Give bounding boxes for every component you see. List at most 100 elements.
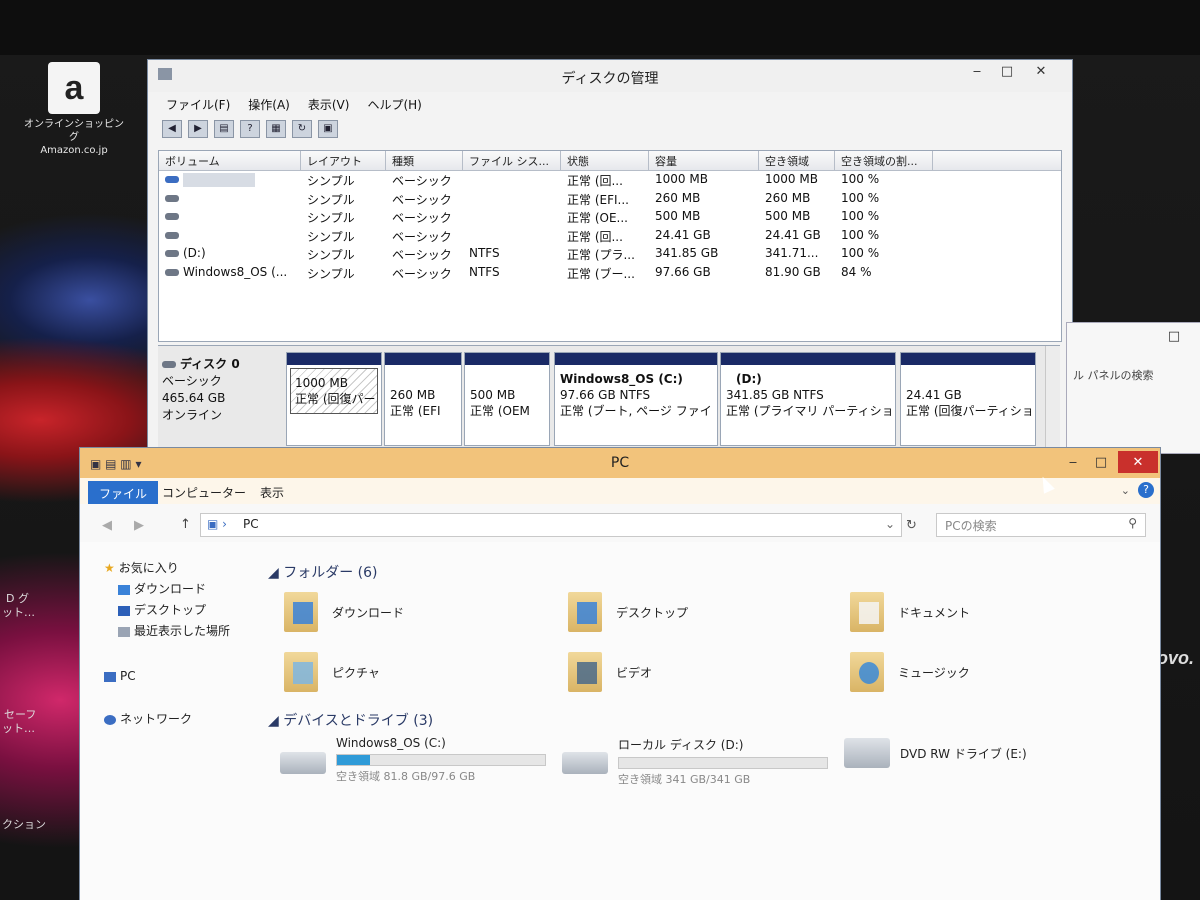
partition-efi[interactable]: 260 MB 正常 (EFI	[384, 352, 462, 446]
table-row[interactable]: シンプル ベーシック 正常 (回... 1000 MB 1000 MB 100 …	[159, 171, 1061, 190]
menu-file[interactable]: ファイル(F)	[166, 96, 230, 113]
help-icon[interactable]: ?	[1138, 482, 1154, 498]
folders-group-header[interactable]: ◢ フォルダー (6)	[268, 562, 378, 582]
partition-bar	[465, 353, 549, 365]
vertical-scrollbar[interactable]	[1045, 346, 1060, 456]
control-panel-search[interactable]: ル パネルの検索	[1073, 367, 1154, 383]
maximize-button[interactable]: □	[1084, 451, 1118, 473]
desktop-icon-amazon[interactable]: a オンラインショッピング Amazon.co.jp	[22, 62, 126, 157]
partition-d-drive[interactable]: (D:) 341.85 GB NTFS 正常 (プライマリ パーティション)	[720, 352, 896, 446]
devices-group-header[interactable]: ◢ デバイスとドライブ (3)	[268, 710, 433, 730]
menu-view[interactable]: 表示(V)	[308, 96, 350, 113]
folder-documents[interactable]: ドキュメント	[850, 592, 970, 632]
search-input[interactable]: PCの検索 ⚲	[936, 513, 1146, 537]
minimize-button[interactable]: ‒	[960, 60, 994, 82]
up-arrow-icon[interactable]: ↑	[180, 517, 191, 532]
folder-music[interactable]: ミュージック	[850, 652, 970, 692]
menu-action[interactable]: 操作(A)	[248, 96, 290, 113]
group-label: フォルダー (6)	[283, 565, 378, 581]
folder-label: ミュージック	[898, 665, 970, 680]
drive-e[interactable]: DVD RW ドライブ (E:)	[844, 738, 1027, 768]
recent-places-icon	[118, 626, 130, 637]
refresh-icon[interactable]: ↻	[292, 120, 312, 138]
ribbon: ファイル コンピューター 表示 ⌄ ?	[80, 478, 1160, 506]
maximize-button[interactable]: □	[990, 60, 1024, 82]
back-arrow-icon[interactable]: ◀	[102, 518, 112, 533]
folder-desktop[interactable]: デスクトップ	[568, 592, 688, 632]
nav-label: ダウンロード	[134, 582, 207, 596]
volume-icon	[165, 250, 179, 257]
nav-pc[interactable]: PC	[104, 666, 230, 687]
col-filesystem[interactable]: ファイル シス...	[463, 151, 561, 170]
col-free-pct[interactable]: 空き領域の割...	[835, 151, 933, 170]
table-row[interactable]: シンプル ベーシック 正常 (EFI... 260 MB 260 MB 100 …	[159, 190, 1061, 209]
folder-videos[interactable]: ビデオ	[568, 652, 652, 692]
col-type[interactable]: 種類	[386, 151, 463, 170]
nav-network[interactable]: ネットワーク	[104, 709, 230, 730]
disk-icon	[162, 361, 176, 368]
explorer-titlebar[interactable]: ▣ ▤ ▥ ▾ PC ‒ □ ✕	[80, 448, 1160, 478]
tab-computer[interactable]: コンピューター	[152, 482, 256, 503]
cell-pct: 100 %	[841, 227, 880, 242]
close-button[interactable]: ✕	[1024, 60, 1058, 82]
folder-pictures[interactable]: ピクチャ	[284, 652, 380, 692]
disk-0-label[interactable]: ディスク 0 ベーシック 465.64 GB オンライン	[162, 356, 282, 424]
tab-file[interactable]: ファイル	[88, 481, 159, 506]
tab-view[interactable]: 表示	[250, 482, 294, 503]
volume-icon	[165, 213, 179, 220]
table-row[interactable]: シンプル ベーシック 正常 (OE... 500 MB 500 MB 100 %	[159, 208, 1061, 227]
address-bar[interactable]: ▣ › PC ⌄	[200, 513, 902, 537]
forward-arrow-icon[interactable]: ▶	[134, 518, 144, 533]
volume-list: ボリューム レイアウト 種類 ファイル シス... 状態 容量 空き領域 空き領…	[158, 150, 1062, 342]
nav-desktop[interactable]: デスクトップ	[104, 600, 230, 621]
table-row[interactable]: シンプル ベーシック 正常 (回... 24.41 GB 24.41 GB 10…	[159, 227, 1061, 246]
cell-status: 正常 (回...	[567, 174, 623, 188]
refresh-icon[interactable]: ↻	[906, 518, 917, 533]
amazon-label-1: オンラインショッピング	[24, 119, 124, 143]
cell-status: 正常 (ブー...	[567, 266, 635, 281]
col-layout[interactable]: レイアウト	[301, 151, 386, 170]
desktop-icon-text: クション	[2, 818, 46, 831]
disk-management-window: ディスクの管理 ‒ □ ✕ ファイル(F) 操作(A) 表示(V) ヘルプ(H)…	[148, 60, 1072, 456]
forward-arrow-icon[interactable]: ▶	[188, 120, 208, 138]
col-free[interactable]: 空き領域	[759, 151, 835, 170]
help-icon[interactable]: ?	[240, 120, 260, 138]
drive-d[interactable]: ローカル ディスク (D:) 空き領域 341 GB/341 GB	[562, 736, 828, 787]
volume-icon	[165, 194, 179, 202]
drive-c[interactable]: Windows8_OS (C:) 空き領域 81.8 GB/97.6 GB	[280, 736, 546, 784]
properties-icon[interactable]: ▦	[266, 120, 286, 138]
maximize-button[interactable]: □	[1157, 325, 1191, 347]
close-button[interactable]: ✕	[1118, 451, 1158, 473]
cell-layout: シンプル	[307, 266, 355, 281]
table-row[interactable]: Windows8_OS (... シンプル ベーシック NTFS 正常 (ブー.…	[159, 264, 1061, 283]
chevron-down-icon[interactable]: ⌄	[885, 517, 895, 531]
partition-recovery-2[interactable]: 24.41 GB 正常 (回復パーティション	[900, 352, 1036, 446]
menu-help[interactable]: ヘルプ(H)	[367, 96, 421, 113]
col-status[interactable]: 状態	[561, 151, 649, 170]
partition-recovery-1[interactable]: 1000 MB 正常 (回復パー	[286, 352, 382, 446]
table-row[interactable]: (D:) シンプル ベーシック NTFS 正常 (プラ... 341.85 GB…	[159, 245, 1061, 264]
pc-icon	[104, 671, 116, 682]
pc-icon: ▣ ›	[207, 517, 227, 531]
rescan-icon[interactable]: ▣	[318, 120, 338, 138]
nav-recent[interactable]: 最近表示した場所	[104, 621, 230, 642]
col-volume[interactable]: ボリューム	[159, 151, 301, 170]
folder-downloads[interactable]: ダウンロード	[284, 592, 404, 632]
music-folder-icon	[850, 652, 884, 692]
cell-fs: NTFS	[469, 264, 500, 279]
nav-label: お気に入り	[118, 561, 179, 575]
back-arrow-icon[interactable]: ◀	[162, 120, 182, 138]
console-tree-icon[interactable]: ▤	[214, 120, 234, 138]
partition-oem[interactable]: 500 MB 正常 (OEM	[464, 352, 550, 446]
navigation-pane: ★ お気に入り ダウンロード デスクトップ 最近表示した場所 PC ネットワーク	[104, 558, 230, 730]
cell-capacity: 97.66 GB	[655, 264, 711, 279]
drive-name: DVD RW ドライブ (E:)	[900, 746, 1027, 761]
partition-c-drive[interactable]: Windows8_OS (C:) 97.66 GB NTFS 正常 (ブート, ペー…	[554, 352, 718, 446]
nav-favorites[interactable]: ★ お気に入り	[104, 558, 230, 579]
nav-downloads[interactable]: ダウンロード	[104, 579, 230, 600]
col-capacity[interactable]: 容量	[649, 151, 759, 170]
chevron-down-icon[interactable]: ⌄	[1121, 484, 1130, 497]
cell-free: 1000 MB	[765, 172, 818, 186]
disk-name: ディスク 0	[180, 357, 240, 371]
disk-mgmt-titlebar[interactable]: ディスクの管理 ‒ □ ✕	[148, 60, 1072, 92]
